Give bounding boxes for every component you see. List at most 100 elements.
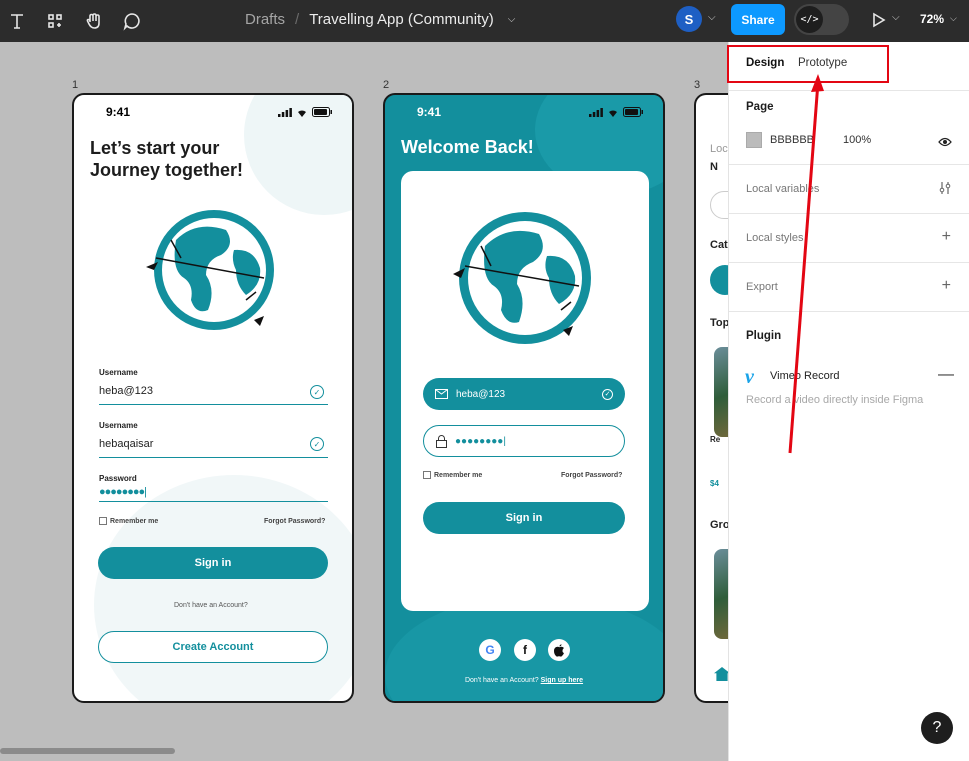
forgot-password-link[interactable]: Forgot Password? bbox=[264, 518, 325, 525]
present-play-icon[interactable] bbox=[872, 12, 886, 33]
forgot-password-link[interactable]: Forgot Password? bbox=[561, 472, 622, 479]
code-icon: </> bbox=[796, 6, 823, 33]
plus-icon[interactable]: + bbox=[942, 277, 951, 295]
minus-icon[interactable]: — bbox=[938, 366, 954, 384]
divider bbox=[729, 164, 969, 165]
avatar[interactable]: S bbox=[676, 6, 702, 32]
lock-icon bbox=[436, 434, 447, 448]
file-title[interactable]: Travelling App (Community) bbox=[309, 11, 494, 28]
frame-welcome-back-screen[interactable]: 9:41 Welcome Back! heba@123 ✓ ●●●●●●●●| bbox=[383, 93, 665, 703]
chevron-down-icon[interactable]: ⌵ bbox=[508, 14, 516, 25]
status-icons bbox=[278, 107, 332, 117]
dev-mode-toggle[interactable]: </> bbox=[794, 4, 849, 35]
facebook-icon[interactable]: f bbox=[514, 639, 536, 661]
destination-price: $4 bbox=[710, 479, 719, 488]
check-icon: ✓ bbox=[310, 385, 324, 399]
page-title: Welcome Back! bbox=[401, 137, 534, 157]
password-field[interactable]: ●●●●●●●●| bbox=[423, 425, 625, 457]
no-account-text: Don't have an Account? bbox=[464, 677, 539, 684]
checkbox-icon[interactable] bbox=[423, 471, 431, 479]
plugin-section-title: Plugin bbox=[746, 330, 782, 342]
battery-icon bbox=[623, 107, 643, 117]
mail-icon bbox=[435, 389, 448, 399]
login-card: heba@123 ✓ ●●●●●●●●| Remember me Forgot … bbox=[401, 171, 649, 611]
frame-number[interactable]: 3 bbox=[694, 79, 700, 91]
plus-icon[interactable]: + bbox=[942, 228, 951, 246]
check-icon: ✓ bbox=[310, 437, 324, 451]
page-color-swatch[interactable] bbox=[746, 132, 762, 148]
hand-tool-icon[interactable] bbox=[82, 9, 106, 33]
sign-in-button[interactable]: Sign in bbox=[423, 502, 625, 534]
frame-tool-icon[interactable] bbox=[43, 9, 67, 33]
field-underline bbox=[99, 457, 328, 458]
status-time: 9:41 bbox=[106, 105, 131, 119]
password-label: Password bbox=[99, 474, 137, 483]
username-label: Username bbox=[99, 421, 138, 430]
field-underline bbox=[99, 501, 328, 502]
location-value: N bbox=[710, 161, 718, 173]
wifi-icon bbox=[298, 109, 306, 117]
frame-login-screen[interactable]: 9:41 Let’s start your Journey together! … bbox=[72, 93, 354, 703]
remember-me-checkbox[interactable]: Remember me bbox=[99, 517, 158, 525]
checkbox-icon[interactable] bbox=[99, 517, 107, 525]
email-field[interactable]: heba@123 ✓ bbox=[423, 378, 625, 410]
page-title: Let’s start your Journey together! bbox=[90, 138, 244, 180]
password-field[interactable]: ●●●●●●●●| bbox=[99, 486, 147, 498]
adjust-icon[interactable] bbox=[938, 181, 952, 200]
globe-illustration bbox=[146, 210, 274, 330]
status-icons bbox=[589, 107, 643, 117]
horizontal-scrollbar[interactable] bbox=[0, 748, 175, 754]
username-field[interactable]: heba@123 bbox=[99, 385, 153, 397]
status-bar: 9:41 bbox=[74, 105, 352, 121]
frame-number[interactable]: 2 bbox=[383, 79, 389, 91]
top-toolbar: Drafts / Travelling App (Community) ⌵ S … bbox=[0, 0, 969, 42]
remember-me-label: Remember me bbox=[434, 471, 483, 479]
page-opacity[interactable]: 100% bbox=[843, 134, 871, 146]
divider bbox=[729, 311, 969, 312]
check-icon: ✓ bbox=[602, 388, 613, 400]
field-underline bbox=[99, 404, 328, 405]
page-section-title: Page bbox=[746, 101, 774, 113]
eye-icon[interactable] bbox=[938, 134, 952, 152]
globe-illustration bbox=[453, 212, 591, 344]
breadcrumb-separator: / bbox=[295, 11, 300, 28]
divider bbox=[729, 262, 969, 263]
google-icon[interactable]: G bbox=[479, 639, 501, 661]
background-decoration bbox=[94, 475, 352, 701]
create-account-button[interactable]: Create Account bbox=[98, 631, 328, 663]
remember-me-checkbox[interactable]: Remember me bbox=[423, 471, 482, 479]
breadcrumb: Drafts / Travelling App (Community) ⌵ bbox=[245, 11, 515, 28]
email-value: heba@123 bbox=[456, 388, 506, 400]
categories-heading: Cat bbox=[710, 239, 728, 251]
vimeo-icon: v bbox=[745, 366, 754, 388]
share-button[interactable]: Share bbox=[731, 4, 785, 35]
breadcrumb-drafts[interactable]: Drafts bbox=[245, 11, 285, 28]
comment-tool-icon[interactable] bbox=[120, 9, 144, 33]
signal-icon bbox=[589, 107, 603, 117]
no-account-text: Don't have an Account? bbox=[174, 602, 248, 609]
sign-up-link[interactable]: Sign up here bbox=[541, 677, 583, 684]
sign-in-button[interactable]: Sign in bbox=[98, 547, 328, 579]
chevron-down-icon[interactable]: ⌵ bbox=[892, 12, 900, 23]
text-tool-icon[interactable] bbox=[5, 9, 29, 33]
battery-icon bbox=[312, 107, 332, 117]
export-label[interactable]: Export bbox=[746, 281, 778, 293]
username-field[interactable]: hebaqaisar bbox=[99, 438, 153, 450]
zoom-level[interactable]: 72% bbox=[920, 12, 944, 26]
chevron-down-icon[interactable]: ⌵ bbox=[708, 12, 716, 23]
signal-icon bbox=[278, 107, 292, 117]
status-time: 9:41 bbox=[417, 105, 442, 119]
location-label: Loc bbox=[710, 143, 728, 155]
divider bbox=[729, 90, 969, 91]
top-section-heading: Top bbox=[710, 317, 730, 329]
remember-me-label: Remember me bbox=[110, 517, 159, 525]
divider bbox=[729, 213, 969, 214]
frame-number[interactable]: 1 bbox=[72, 79, 78, 91]
properties-panel: Design Prototype Page BBBBBB 100% Local … bbox=[728, 42, 969, 761]
apple-icon[interactable] bbox=[548, 639, 570, 661]
wifi-icon bbox=[609, 109, 617, 117]
password-value: ●●●●●●●●| bbox=[455, 435, 506, 447]
help-button[interactable]: ? bbox=[921, 712, 953, 744]
chevron-down-icon[interactable]: ⌵ bbox=[950, 13, 957, 24]
signup-prompt: Don't have an Account? Sign up here bbox=[385, 677, 663, 684]
